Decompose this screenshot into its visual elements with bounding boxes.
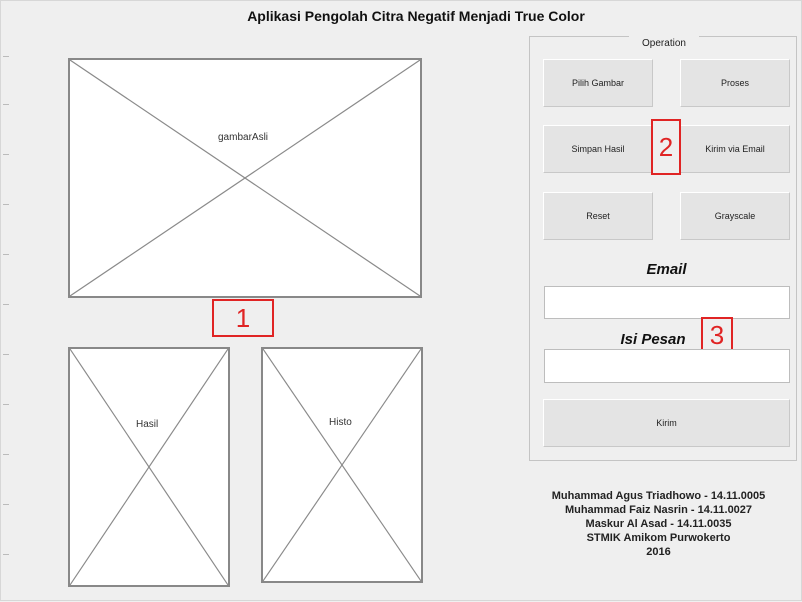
placeholder-cross [263,349,421,581]
tick [3,154,9,155]
annotation-marker-3: 3 [701,317,733,353]
grayscale-button[interactable]: Grayscale [680,192,790,240]
app-title: Aplikasi Pengolah Citra Negatif Menjadi … [247,8,585,24]
email-field[interactable] [544,286,790,319]
original-image-label: gambarAsli [218,132,269,143]
credit-line: Muhammad Faiz Nasrin - 14.11.0027 [564,504,753,516]
result-image-label: Hasil [136,419,159,430]
credit-line: 2016 [646,546,671,558]
left-scale-ticks [3,1,11,602]
email-label: Email [646,261,687,278]
tick [3,204,9,205]
tick [3,56,9,57]
original-image-axes: gambarAsli [68,58,422,298]
annotation-marker-2: 2 [651,119,681,175]
kirim-via-email-button[interactable]: Kirim via Email [680,125,790,173]
credit-line: STMIK Amikom Purwokerto [586,532,731,544]
result-image-axes: Hasil [68,347,230,587]
tick [3,254,9,255]
pilih-gambar-button[interactable]: Pilih Gambar [543,59,653,107]
annotation-marker-1: 1 [212,299,274,337]
credit-line: Muhammad Agus Triadhowo - 14.11.0005 [551,490,766,502]
histogram-label: Histo [329,417,352,428]
credits-block: Muhammad Agus Triadhowo - 14.11.0005 Muh… [536,489,781,559]
placeholder-cross [70,349,228,585]
placeholder-cross [70,60,420,296]
tick [3,104,9,105]
isi-pesan-field[interactable] [544,349,790,383]
simpan-hasil-button[interactable]: Simpan Hasil [543,125,653,173]
credit-line: Maskur Al Asad - 14.11.0035 [585,518,732,530]
kirim-button[interactable]: Kirim [543,399,790,447]
proses-button[interactable]: Proses [680,59,790,107]
histogram-axes: Histo [261,347,423,583]
tick [3,304,9,305]
tick [3,554,9,555]
tick [3,354,9,355]
tick [3,454,9,455]
tick [3,504,9,505]
tick [3,404,9,405]
operation-panel-title: Operation [629,36,699,52]
reset-button[interactable]: Reset [543,192,653,240]
app-window: Aplikasi Pengolah Citra Negatif Menjadi … [0,0,802,601]
